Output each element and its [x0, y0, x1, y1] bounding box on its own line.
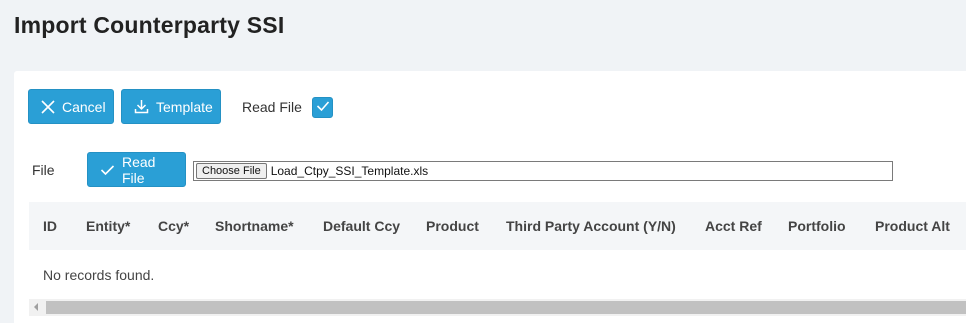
column-header-third-party-account[interactable]: Third Party Account (Y/N) [506, 218, 676, 234]
template-button[interactable]: Template [121, 89, 221, 124]
download-icon [134, 99, 149, 114]
file-label: File [32, 162, 55, 178]
read-file-button-label: Read File [122, 153, 156, 186]
scrollbar-thumb[interactable] [46, 301, 966, 314]
column-header-id[interactable]: ID [43, 218, 57, 234]
selected-file-name: Load_Ctpy_SSI_Template.xls [270, 164, 429, 178]
table-header: ID Entity* Ccy* Shortname* Default Ccy P… [29, 202, 966, 250]
close-icon [41, 99, 55, 114]
column-header-portfolio[interactable]: Portfolio [788, 218, 846, 234]
scroll-left-arrow-icon[interactable] [34, 303, 38, 311]
check-icon [100, 164, 115, 176]
read-file-checkbox-label: Read File [242, 99, 302, 115]
page-title: Import Counterparty SSI [14, 12, 285, 38]
read-file-checkbox[interactable] [312, 97, 333, 118]
column-header-entity[interactable]: Entity* [86, 218, 130, 234]
horizontal-scrollbar[interactable] [29, 299, 966, 316]
cancel-label: Cancel [62, 98, 106, 115]
empty-table-message: No records found. [43, 267, 155, 283]
template-label: Template [156, 98, 213, 115]
cancel-button[interactable]: Cancel [28, 89, 114, 124]
column-header-shortname[interactable]: Shortname* [215, 218, 294, 234]
read-file-button[interactable]: Read File [87, 152, 186, 187]
file-input[interactable]: Choose File Load_Ctpy_SSI_Template.xls [193, 161, 893, 181]
column-header-ccy[interactable]: Ccy* [158, 218, 189, 234]
check-icon [316, 99, 330, 117]
column-header-product-alt[interactable]: Product Alt [875, 218, 950, 234]
choose-file-button[interactable]: Choose File [196, 163, 267, 179]
column-header-acct-ref[interactable]: Acct Ref [705, 218, 762, 234]
import-panel: Cancel Template Read File File Read File… [14, 71, 966, 323]
column-header-product[interactable]: Product [426, 218, 479, 234]
column-header-default-ccy[interactable]: Default Ccy [323, 218, 400, 234]
